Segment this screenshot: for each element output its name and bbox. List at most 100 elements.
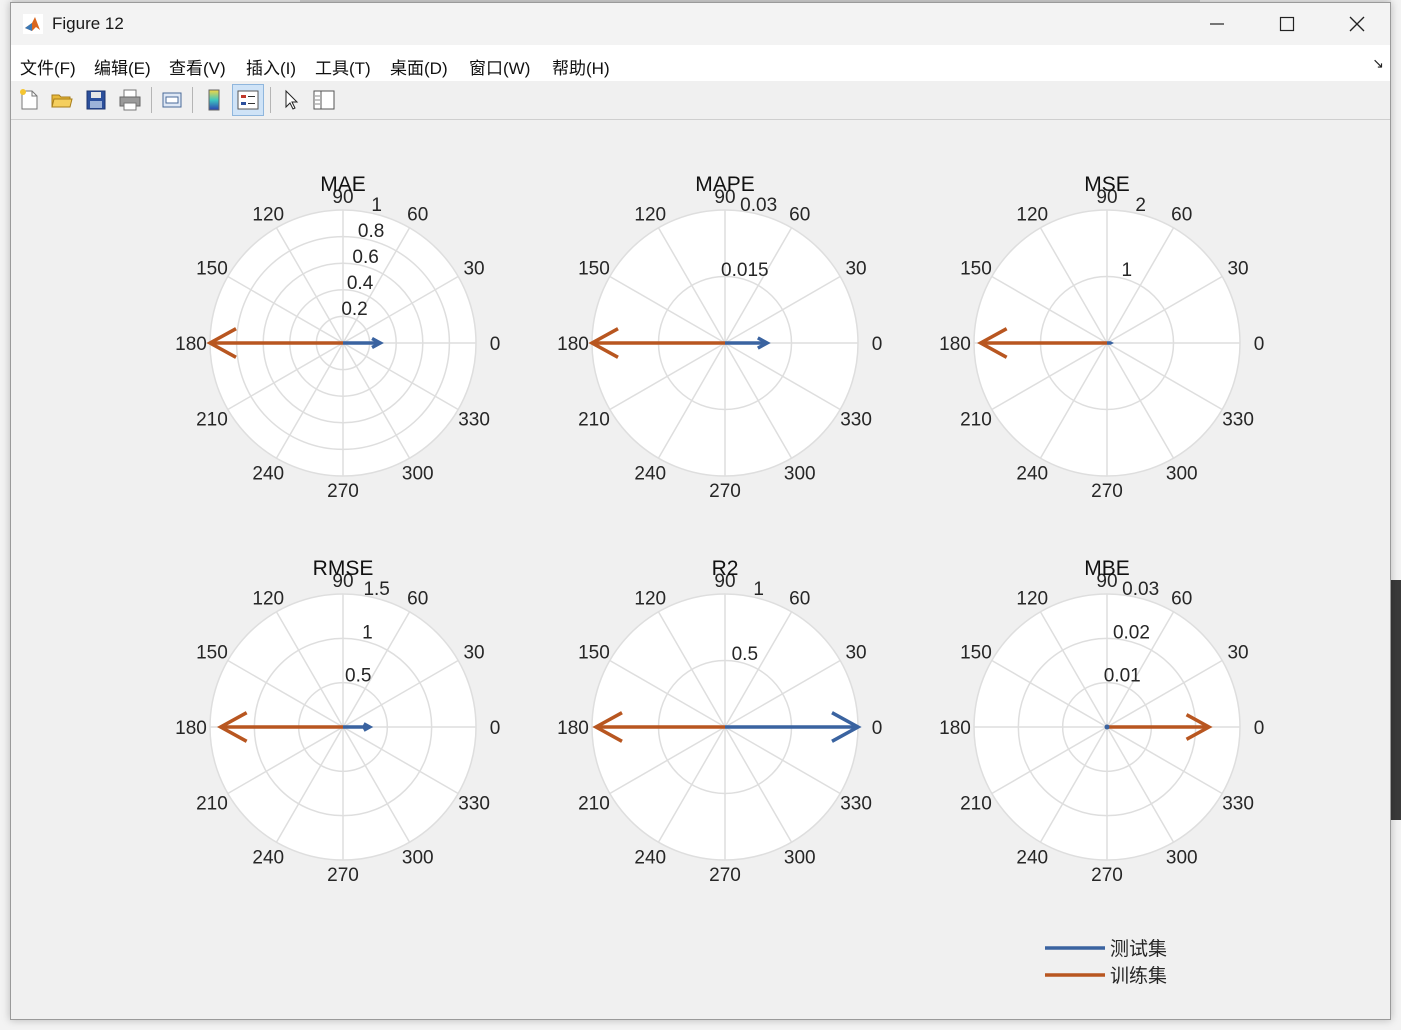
- open-file-button[interactable]: [46, 84, 78, 116]
- angle-tick-label: 60: [789, 589, 810, 610]
- colorbar-icon: [208, 89, 220, 111]
- legend-icon: [237, 90, 259, 110]
- angle-tick-label: 120: [1016, 205, 1048, 226]
- edit-plot-button[interactable]: [275, 84, 307, 116]
- angle-tick-label: 270: [709, 865, 741, 886]
- menu-view[interactable]: 查看(V): [169, 54, 226, 79]
- angle-tick-label: 300: [784, 847, 816, 868]
- radial-tick-label: 0.5: [345, 666, 371, 687]
- angle-tick-label: 30: [845, 642, 866, 663]
- new-file-icon: [20, 89, 38, 110]
- matlab-logo-icon: [23, 14, 43, 34]
- folder-open-icon: [51, 94, 73, 108]
- menu-edit[interactable]: 编辑(E): [94, 54, 151, 79]
- angle-tick-label: 330: [840, 410, 872, 431]
- angle-tick-label: 180: [557, 334, 589, 355]
- printer-icon: [119, 89, 141, 111]
- angle-tick-label: 180: [939, 718, 971, 739]
- menu-desktop[interactable]: 桌面(D): [390, 54, 448, 79]
- maximize-button[interactable]: [1252, 3, 1322, 45]
- angle-tick-label: 240: [634, 463, 666, 484]
- legend-label: 测试集: [1110, 938, 1167, 960]
- link-plot-button[interactable]: [156, 84, 188, 116]
- angle-tick-label: 60: [407, 589, 428, 610]
- compass-plot-rmse: 03060901201501802102402703003300.511.5RM…: [175, 557, 500, 886]
- angle-tick-label: 270: [709, 481, 741, 502]
- angle-tick-label: 180: [939, 334, 971, 355]
- menu-window[interactable]: 窗口(W): [469, 54, 530, 79]
- angle-tick-label: 0: [872, 718, 883, 739]
- minimize-button[interactable]: [1182, 3, 1252, 45]
- title-bar[interactable]: Figure 12: [11, 3, 1390, 45]
- legend[interactable]: 测试集训练集: [1045, 938, 1167, 987]
- angle-tick-label: 120: [252, 205, 284, 226]
- print-button[interactable]: [114, 84, 146, 116]
- angle-tick-label: 30: [845, 258, 866, 279]
- angle-tick-label: 150: [196, 258, 228, 279]
- radial-tick-label: 0.8: [358, 221, 384, 242]
- angle-tick-label: 300: [1166, 463, 1198, 484]
- radial-tick-label: 0.015: [721, 260, 769, 281]
- angle-tick-label: 330: [458, 410, 490, 431]
- save-button[interactable]: [80, 84, 112, 116]
- radial-tick-label: 1: [753, 579, 764, 600]
- radial-tick-label: 0.6: [352, 247, 378, 268]
- radial-tick-label: 0.2: [341, 299, 367, 320]
- radial-tick-label: 0.5: [732, 644, 758, 665]
- angle-tick-label: 150: [960, 642, 992, 663]
- window-title: Figure 12: [52, 14, 124, 33]
- angle-tick-label: 0: [490, 718, 501, 739]
- radial-tick-label: 1.5: [363, 579, 389, 600]
- compass-plot-r2: 03060901201501802102402703003300.51R2: [557, 557, 882, 886]
- close-button[interactable]: [1322, 3, 1392, 45]
- new-figure-button[interactable]: [13, 84, 45, 116]
- angle-tick-label: 270: [1091, 481, 1123, 502]
- angle-tick-label: 300: [402, 847, 434, 868]
- test-set-arrow: [1104, 724, 1110, 730]
- angle-tick-label: 240: [252, 847, 284, 868]
- subplot-title: RMSE: [313, 557, 374, 580]
- angle-tick-label: 180: [557, 718, 589, 739]
- angle-tick-label: 150: [578, 642, 610, 663]
- angle-tick-label: 0: [872, 334, 883, 355]
- angle-tick-label: 60: [1171, 589, 1192, 610]
- radial-tick-label: 0.4: [347, 273, 374, 294]
- angle-tick-label: 330: [1222, 410, 1254, 431]
- radial-tick-label: 2: [1135, 195, 1146, 216]
- radial-tick-label: 1: [371, 195, 382, 216]
- toolbar: [11, 81, 1390, 120]
- link-plot-icon: [162, 92, 182, 108]
- insert-legend-button[interactable]: [232, 84, 264, 116]
- background-window-right-dark: [1391, 580, 1401, 820]
- angle-tick-label: 210: [196, 794, 228, 815]
- angle-tick-label: 30: [463, 642, 484, 663]
- figure-canvas: 03060901201501802102402703003300.20.40.6…: [175, 173, 1264, 987]
- angle-tick-label: 210: [960, 410, 992, 431]
- compass-plot-mae: 03060901201501802102402703003300.20.40.6…: [175, 173, 500, 502]
- angle-tick-label: 240: [1016, 847, 1048, 868]
- menu-file[interactable]: 文件(F): [20, 54, 76, 79]
- angle-tick-label: 60: [789, 205, 810, 226]
- toolbar-separator: [270, 87, 271, 113]
- angle-tick-label: 30: [1227, 258, 1248, 279]
- menu-overflow-icon[interactable]: ↘: [1372, 55, 1384, 72]
- subplot-title: MAPE: [695, 173, 755, 196]
- subplot-title: R2: [712, 557, 739, 580]
- angle-tick-label: 300: [402, 463, 434, 484]
- toolbar-separator: [192, 87, 193, 113]
- subplot-title: MSE: [1084, 173, 1130, 196]
- arrow-pointer-icon: [285, 89, 299, 110]
- radial-tick-label: 0.02: [1113, 622, 1150, 643]
- compass-plot-mbe: 03060901201501802102402703003300.010.020…: [939, 557, 1264, 886]
- subplot-title: MAE: [320, 173, 366, 196]
- radial-tick-label: 0.01: [1104, 666, 1141, 687]
- radial-tick-label: 1: [1122, 260, 1133, 281]
- menu-tools[interactable]: 工具(T): [315, 54, 371, 79]
- save-icon: [86, 90, 106, 110]
- menu-insert[interactable]: 插入(I): [246, 54, 296, 79]
- menu-help[interactable]: 帮助(H): [552, 54, 610, 79]
- close-icon: [1349, 16, 1365, 32]
- property-inspector-button[interactable]: [308, 84, 340, 116]
- insert-colorbar-button[interactable]: [198, 84, 230, 116]
- radial-tick-label: 0.03: [740, 195, 777, 216]
